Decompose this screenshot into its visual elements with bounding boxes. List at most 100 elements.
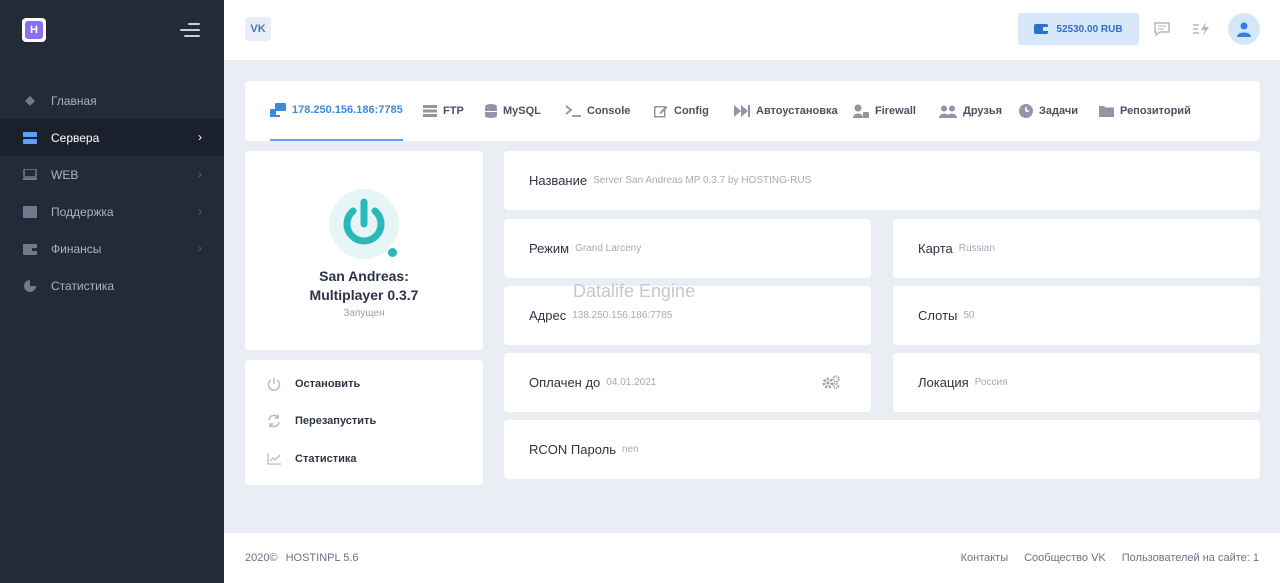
tab-label: Config [674, 105, 709, 117]
logo-mark: H [25, 21, 43, 39]
statistics-button[interactable]: Статистика [267, 450, 357, 468]
footer-year: 2020© [245, 552, 278, 564]
info-name-card: Название Server San Andreas MP 0.3.7 by … [504, 151, 1260, 210]
gears-icon[interactable] [822, 375, 840, 392]
sidebar-item-label: WEB [51, 167, 79, 182]
server-game-name-line1: San Andreas: [319, 268, 409, 284]
server-status-text: Запущен [343, 308, 385, 319]
rcon-password-value: nen [622, 444, 639, 455]
notifications-icon[interactable] [1192, 19, 1212, 39]
info-label: Название [529, 173, 588, 188]
server-tabs: 178.250.156.186:7785 FTP MySQL Console C… [245, 81, 1260, 141]
sidebar-item-statistics[interactable]: Статистика [0, 267, 224, 304]
tab-label: FTP [443, 105, 464, 117]
home-icon [22, 95, 38, 107]
sidebar-item-support[interactable]: Поддержка › [0, 193, 224, 230]
location-value: Россия [974, 377, 1008, 388]
status-dot [388, 248, 397, 257]
menu-toggle-icon[interactable] [180, 23, 200, 37]
info-slots-card: Слоты 50 [893, 286, 1260, 345]
info-label: Локация [918, 375, 969, 390]
tab-label: Firewall [875, 105, 916, 117]
monitor-icon [22, 169, 38, 181]
fast-forward-icon [734, 105, 750, 117]
user-avatar[interactable] [1228, 13, 1260, 45]
sidebar-item-label: Сервера [51, 130, 100, 145]
top-header: VK 52530.00 RUB [224, 0, 1280, 60]
server-name-value: Server San Andreas MP 0.3.7 by HOSTING-R… [593, 175, 812, 186]
tab-ftp[interactable]: FTP [423, 81, 464, 141]
chevron-right-icon: › [198, 167, 202, 181]
chevron-right-icon: › [198, 130, 202, 144]
refresh-icon [267, 414, 283, 428]
info-label: Слоты [918, 308, 958, 323]
tab-label: 178.250.156.186:7785 [292, 104, 403, 116]
tab-repository[interactable]: Репозиторий [1099, 81, 1191, 141]
pie-chart-icon [22, 279, 38, 292]
clock-icon [1019, 104, 1033, 118]
stop-label: Остановить [295, 378, 361, 390]
sidebar-item-web[interactable]: WEB › [0, 156, 224, 193]
power-icon [267, 377, 283, 391]
sidebar-item-finance[interactable]: Финансы › [0, 230, 224, 267]
sidebar: H Главная Сервера › WEB › Поддержка › Фи… [0, 0, 224, 583]
address-value: 138.250.156.186:7785 [572, 310, 673, 321]
sidebar-header: H [0, 0, 224, 60]
footer-version: HOSTINPL 5.6 [285, 552, 359, 564]
edit-icon [654, 104, 668, 118]
paid-until-value: 04.01.2021 [606, 377, 657, 388]
restart-label: Перезапустить [295, 415, 377, 427]
tab-friends[interactable]: Друзья [939, 81, 1002, 141]
users-icon [939, 105, 957, 118]
server-rack-icon [423, 105, 437, 117]
info-rcon-card: RCON Пароль nen [504, 420, 1260, 479]
logo[interactable]: H [22, 18, 46, 42]
tab-label: Друзья [963, 105, 1003, 117]
database-icon [485, 104, 497, 118]
vk-button[interactable]: VK [245, 17, 271, 41]
power-icon [343, 198, 385, 245]
restart-button[interactable]: Перезапустить [267, 412, 376, 430]
tab-label: MySQL [503, 105, 541, 117]
server-game-name: San Andreas: Multiplayer 0.3.7 [245, 267, 483, 305]
contacts-link[interactable]: Контакты [961, 552, 1009, 564]
tab-label: Автоустановка [756, 105, 838, 117]
slots-value: 50 [963, 310, 975, 321]
tab-ip[interactable]: 178.250.156.186:7785 [270, 81, 403, 141]
tab-tasks[interactable]: Задачи [1019, 81, 1078, 141]
info-mode-card: Режим Grand Larceny [504, 219, 871, 278]
wallet-icon [1034, 24, 1049, 34]
mode-value: Grand Larceny [575, 243, 642, 254]
info-label: Оплачен до [529, 375, 601, 390]
support-icon [22, 205, 38, 218]
sidebar-item-label: Статистика [51, 278, 115, 293]
map-value: Russian [958, 243, 995, 254]
tab-autoinstall[interactable]: Автоустановка [734, 81, 838, 141]
chevron-right-icon: › [198, 241, 202, 255]
chevron-right-icon: › [198, 204, 202, 218]
sidebar-item-label: Главная [51, 93, 97, 108]
user-icon [1237, 22, 1251, 37]
sidebar-item-servers[interactable]: Сервера › [0, 119, 224, 156]
tab-firewall[interactable]: Firewall [853, 81, 916, 141]
tab-config[interactable]: Config [654, 81, 709, 141]
sidebar-item-home[interactable]: Главная [0, 82, 224, 119]
tab-console[interactable]: Console [565, 81, 630, 141]
vk-community-link[interactable]: Сообщество VK [1024, 552, 1106, 564]
sidebar-menu: Главная Сервера › WEB › Поддержка › Фина… [0, 82, 224, 304]
sidebar-item-label: Финансы [51, 241, 102, 256]
balance-button[interactable]: 52530.00 RUB [1018, 13, 1139, 45]
messages-icon[interactable] [1152, 19, 1172, 39]
info-location-card: Локация Россия [893, 353, 1260, 412]
servers-icon [22, 131, 38, 144]
stop-button[interactable]: Остановить [267, 375, 360, 393]
user-lock-icon [853, 104, 869, 118]
info-label: Адрес [529, 308, 567, 323]
info-paid-card: Оплачен до 04.01.2021 [504, 353, 871, 412]
server-actions-card: Остановить Перезапустить Статистика [245, 360, 483, 485]
info-label: Режим [529, 241, 570, 256]
line-chart-icon [267, 453, 283, 465]
folder-icon [1099, 105, 1114, 117]
wallet-icon [22, 243, 38, 255]
tab-mysql[interactable]: MySQL [485, 81, 541, 141]
